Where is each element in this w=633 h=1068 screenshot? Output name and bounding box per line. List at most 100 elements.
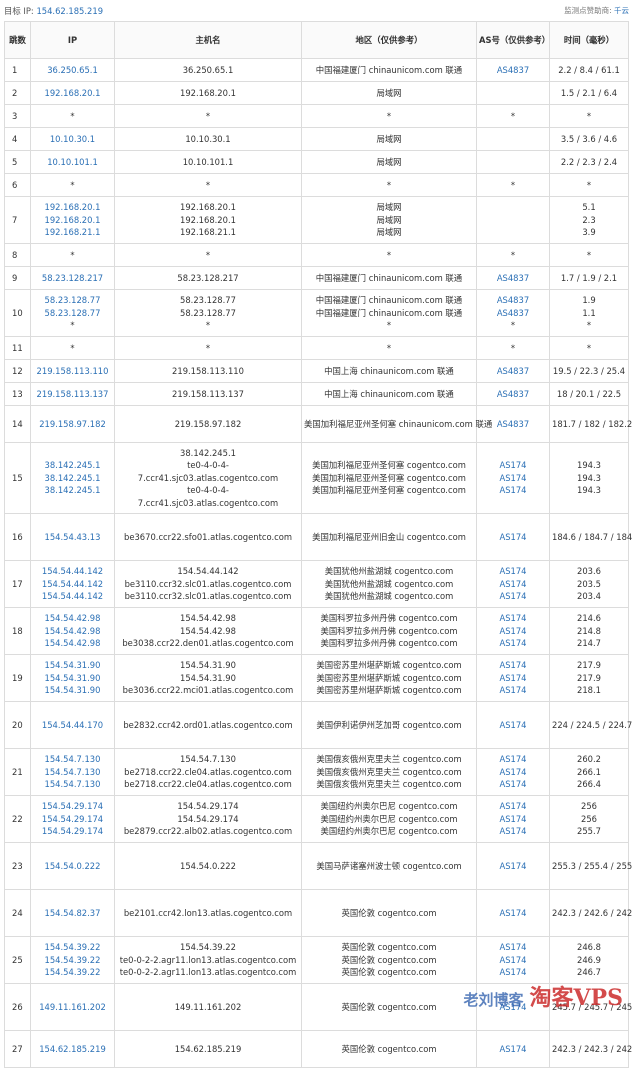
- time-cell: *: [549, 104, 629, 128]
- table-row: 4 10.10.30.1 10.10.30.1 局域网 3.5 / 3.6 / 4.6: [4, 127, 629, 151]
- ip-value[interactable]: 192.168.20.1: [33, 87, 112, 99]
- ip-value[interactable]: 219.158.97.182: [33, 418, 112, 430]
- ip-value[interactable]: 154.54.0.222: [33, 860, 112, 872]
- ip-value[interactable]: 154.54.39.22: [33, 941, 112, 953]
- as-value[interactable]: AS174: [479, 459, 547, 471]
- time-value: 1.5 / 2.1 / 6.4: [560, 87, 618, 98]
- as-value[interactable]: AS174: [479, 860, 547, 872]
- col-hostname-header: 主机名: [114, 21, 302, 59]
- as-value[interactable]: AS174: [479, 753, 547, 765]
- table-row: 23 154.54.0.222 154.54.0.222 美国马萨诸塞州波士顿 cog…: [4, 842, 633, 890]
- ip-value[interactable]: 154.54.31.90: [33, 684, 112, 696]
- as-cell: *: [476, 173, 550, 197]
- as-value[interactable]: AS174: [479, 907, 547, 919]
- time-value: 242.3 / 242.6 / 242.7: [552, 907, 633, 918]
- ip-value[interactable]: 10.10.101.1: [33, 156, 112, 168]
- as-value[interactable]: AS4837: [479, 365, 547, 377]
- hop-cell: 26: [4, 983, 31, 1031]
- hostname-value: 149.11.161.202: [174, 1001, 242, 1012]
- as-value[interactable]: AS174: [479, 778, 547, 790]
- region-value: 美国犹他州盐湖城 cogentco.com: [324, 578, 454, 589]
- ip-value[interactable]: 154.54.42.98: [33, 625, 112, 637]
- as-value[interactable]: AS174: [479, 684, 547, 696]
- ip-value[interactable]: 154.54.43.13: [33, 531, 112, 543]
- ip-value[interactable]: 154.54.42.98: [33, 637, 112, 649]
- ip-value[interactable]: 154.54.29.174: [33, 825, 112, 837]
- hostname-value: be2101.ccr42.lon13.atlas.cogentco.com: [123, 907, 293, 918]
- ip-value[interactable]: 154.54.39.22: [33, 966, 112, 978]
- as-value[interactable]: AS4837: [479, 307, 547, 319]
- region-cell: 局域网: [301, 150, 477, 174]
- hostname-cell: 58.23.128.77 58.23.128.77 *: [114, 289, 302, 337]
- ip-value[interactable]: 192.168.20.1: [33, 214, 112, 226]
- as-value[interactable]: AS174: [479, 565, 547, 577]
- ip-value[interactable]: 36.250.65.1: [33, 64, 112, 76]
- ip-value[interactable]: 154.54.7.130: [33, 753, 112, 765]
- as-value[interactable]: AS4837: [479, 64, 547, 76]
- as-value[interactable]: AS174: [479, 578, 547, 590]
- ip-value[interactable]: 154.54.39.22: [33, 954, 112, 966]
- as-value[interactable]: AS174: [479, 625, 547, 637]
- hop-cell: 24: [4, 889, 31, 937]
- hostname-cell: *: [114, 173, 302, 197]
- as-value[interactable]: AS174: [479, 813, 547, 825]
- ip-value[interactable]: 10.10.30.1: [33, 133, 112, 145]
- hop-cell: 4: [4, 127, 31, 151]
- ip-value[interactable]: 58.23.128.77: [33, 307, 112, 319]
- ip-value[interactable]: 154.54.44.170: [33, 719, 112, 731]
- as-value[interactable]: AS174: [479, 966, 547, 978]
- ip-value[interactable]: 154.54.82.37: [33, 907, 112, 919]
- ip-value[interactable]: 154.54.31.90: [33, 672, 112, 684]
- as-value[interactable]: AS174: [479, 719, 547, 731]
- as-value[interactable]: AS174: [479, 825, 547, 837]
- ip-value[interactable]: 58.23.128.217: [33, 272, 112, 284]
- time-value: 203.5: [577, 578, 601, 589]
- hostname-value: 219.158.113.110: [172, 365, 244, 376]
- ip-value[interactable]: 154.54.44.142: [33, 590, 112, 602]
- as-value[interactable]: AS174: [479, 766, 547, 778]
- as-value[interactable]: AS174: [479, 612, 547, 624]
- region-cell: 美国密苏里州堪萨斯城 cogentco.com 美国密苏里州堪萨斯城 cogent…: [301, 654, 477, 702]
- as-cell: AS174 AS174 AS174: [476, 748, 550, 796]
- as-value[interactable]: AS4837: [479, 272, 547, 284]
- target-info: 目标 IP: 154.62.185.219: [4, 5, 103, 17]
- ip-value[interactable]: 219.158.113.110: [33, 365, 112, 377]
- region-value: 英国伦敦 cogentco.com: [341, 1001, 437, 1012]
- as-value[interactable]: AS174: [479, 484, 547, 496]
- as-value[interactable]: AS174: [479, 472, 547, 484]
- hop-cell: 6: [4, 173, 31, 197]
- ip-value[interactable]: 192.168.21.1: [33, 226, 112, 238]
- as-value[interactable]: AS174: [479, 954, 547, 966]
- as-value[interactable]: AS4837: [479, 294, 547, 306]
- as-value[interactable]: AS174: [479, 941, 547, 953]
- as-value[interactable]: AS174: [479, 800, 547, 812]
- ip-value[interactable]: 154.54.44.142: [33, 578, 112, 590]
- as-value[interactable]: AS174: [479, 1043, 547, 1055]
- sponsor-link[interactable]: 千云: [614, 6, 629, 15]
- ip-value[interactable]: 149.11.161.202: [33, 1001, 112, 1013]
- as-value[interactable]: AS174: [479, 531, 547, 543]
- as-value[interactable]: AS174: [479, 590, 547, 602]
- ip-value[interactable]: 38.142.245.1: [33, 484, 112, 496]
- ip-value[interactable]: 154.54.7.130: [33, 778, 112, 790]
- ip-value[interactable]: 58.23.128.77: [33, 294, 112, 306]
- ip-value: *: [70, 249, 75, 260]
- ip-value[interactable]: 154.62.185.219: [33, 1043, 112, 1055]
- ip-value[interactable]: 154.54.31.90: [33, 659, 112, 671]
- ip-value[interactable]: 154.54.42.98: [33, 612, 112, 624]
- ip-value[interactable]: 154.54.29.174: [33, 813, 112, 825]
- as-value[interactable]: AS174: [479, 672, 547, 684]
- ip-value[interactable]: 154.54.7.130: [33, 766, 112, 778]
- ip-value[interactable]: 38.142.245.1: [33, 459, 112, 471]
- as-value[interactable]: AS174: [479, 1001, 547, 1013]
- ip-value[interactable]: 154.54.29.174: [33, 800, 112, 812]
- as-value[interactable]: AS174: [479, 659, 547, 671]
- as-value[interactable]: AS174: [479, 637, 547, 649]
- target-ip-link[interactable]: 154.62.185.219: [36, 6, 103, 16]
- ip-value[interactable]: 192.168.20.1: [33, 201, 112, 213]
- hostname-cell: 36.250.65.1: [114, 58, 302, 82]
- ip-value[interactable]: 219.158.113.137: [33, 388, 112, 400]
- ip-value[interactable]: 154.54.44.142: [33, 565, 112, 577]
- ip-value[interactable]: 38.142.245.1: [33, 472, 112, 484]
- as-value[interactable]: AS4837: [479, 388, 547, 400]
